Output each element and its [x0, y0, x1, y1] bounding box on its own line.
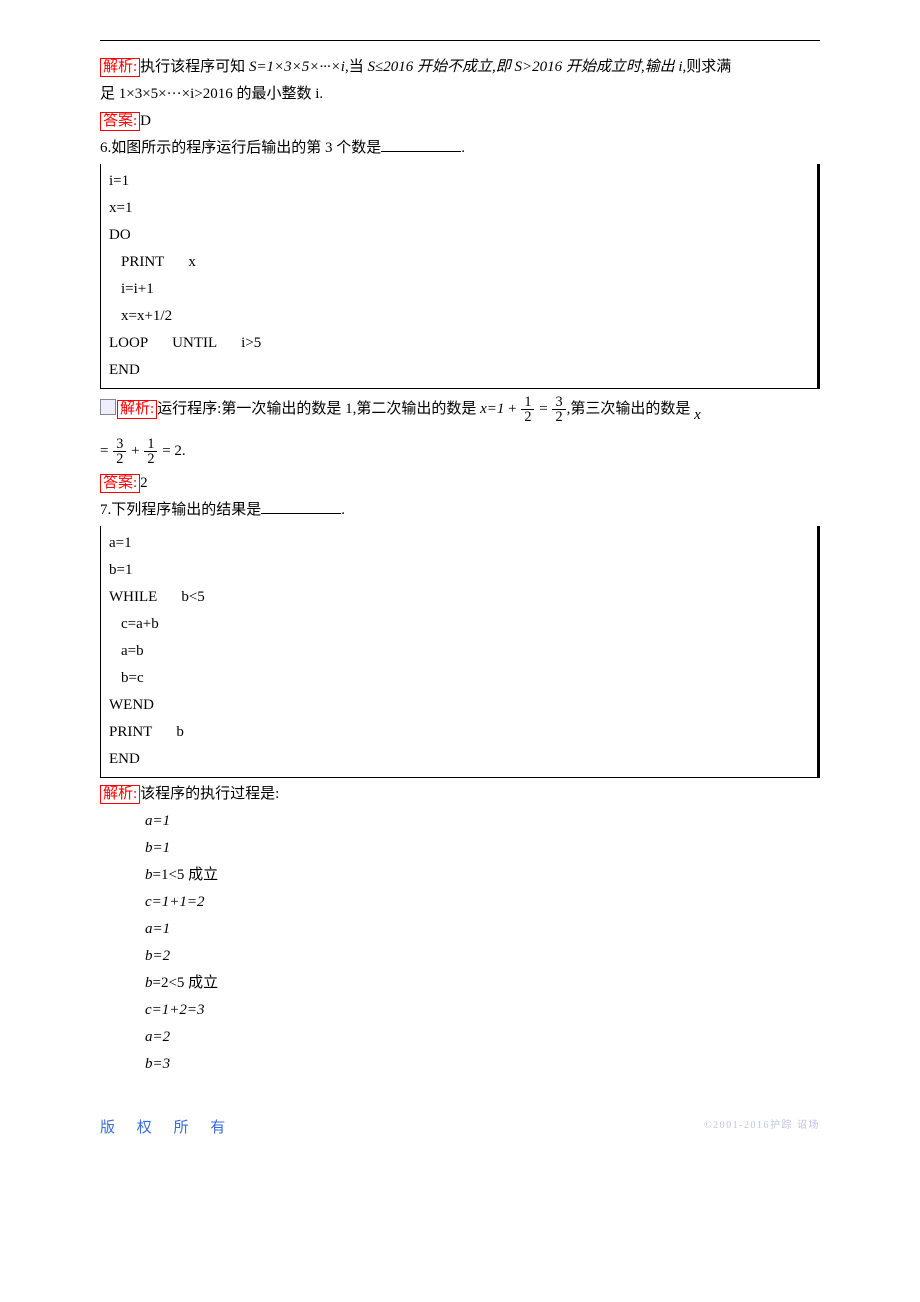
- code-line: x=1: [109, 195, 809, 222]
- analysis-label: 解析:: [117, 400, 157, 419]
- trace-line: a=2: [100, 1025, 820, 1049]
- code-line: c=a+b: [109, 611, 809, 638]
- fraction-half-2: 12: [144, 437, 157, 467]
- code-line: b=1: [109, 557, 809, 584]
- code-line: END: [109, 357, 809, 384]
- answer-label: 答案:: [100, 112, 140, 131]
- trace-line: b=3: [100, 1052, 820, 1076]
- document-page: 解析:执行该程序可知 S=1×3×5×···×i,当 S≤2016 开始不成立,…: [0, 0, 920, 1206]
- code-line: END: [109, 746, 809, 773]
- q6-analysis-line2: = 32 + 12 = 2.: [100, 435, 820, 468]
- page-footer: 版 权 所 有 ©2001-2016护踪 诏场: [100, 1116, 820, 1146]
- code-line: PRINTb: [109, 719, 809, 746]
- analysis-label: 解析:: [100, 58, 140, 77]
- code-line: x=x+1/2: [109, 303, 809, 330]
- top-rule: [100, 40, 820, 41]
- fraction-threehalf-2: 32: [113, 437, 126, 467]
- trace-line: b=1<5 成立: [100, 863, 820, 887]
- q7-code-box: a=1 b=1 WHILEb<5 c=a+b a=b b=c WEND PRIN…: [100, 526, 820, 778]
- analysis-label: 解析:: [100, 785, 140, 804]
- blank-fill: [261, 498, 341, 514]
- var-x: x=1: [480, 401, 504, 417]
- footer-left: 版 权 所 有: [100, 1116, 234, 1137]
- trace-line: a=1: [100, 809, 820, 833]
- trace-line: c=1+1=2: [100, 890, 820, 914]
- fraction-half: 12: [521, 395, 534, 425]
- code-line: b=c: [109, 665, 809, 692]
- marker-icon: [100, 399, 116, 415]
- q6-stem: 6.如图所示的程序运行后输出的第 3 个数是.: [100, 136, 820, 160]
- trace-line: b=1: [100, 836, 820, 860]
- code-line: WHILEb<5: [109, 584, 809, 611]
- code-line: i=i+1: [109, 276, 809, 303]
- q6-code-box: i=1 x=1 DO PRINTx i=i+1 x=x+1/2 LOOPUNTI…: [100, 164, 820, 389]
- answer-label: 答案:: [100, 474, 140, 493]
- q7-stem: 7.下列程序输出的结果是.: [100, 498, 820, 522]
- code-line: LOOPUNTILi>5: [109, 330, 809, 357]
- q5-answer: 答案:D: [100, 109, 820, 133]
- blank-fill: [381, 136, 461, 152]
- fraction-threehalf: 32: [552, 395, 565, 425]
- code-line: PRINTx: [109, 249, 809, 276]
- code-line: i=1: [109, 168, 809, 195]
- code-line: a=b: [109, 638, 809, 665]
- trace-line: b=2<5 成立: [100, 971, 820, 995]
- q5-analysis-line1: 解析:执行该程序可知 S=1×3×5×···×i,当 S≤2016 开始不成立,…: [100, 55, 820, 79]
- footer-right: ©2001-2016护踪 诏场: [704, 1116, 820, 1131]
- trace-line: a=1: [100, 917, 820, 941]
- trace-line: c=1+2=3: [100, 998, 820, 1022]
- q5-expr2: S≤2016 开始不成立,即 S>2016 开始成立时,输出 i,: [367, 59, 686, 75]
- q6-answer: 答案:2: [100, 471, 820, 495]
- code-line: WEND: [109, 692, 809, 719]
- q5-expr1: S=1×3×5×···×i,: [249, 59, 349, 75]
- q6-analysis-line1: 解析:运行程序:第一次输出的数是 1,第二次输出的数是 x=1 + 12 = 3…: [100, 393, 820, 432]
- var-x-sub: x: [694, 407, 701, 423]
- q7-analysis-head: 解析:该程序的执行过程是:: [100, 782, 820, 806]
- q5-analysis-line2: 足 1×3×5×···×i>2016 的最小整数 i.: [100, 82, 820, 106]
- code-line: DO: [109, 222, 809, 249]
- code-line: a=1: [109, 530, 809, 557]
- trace-line: b=2: [100, 944, 820, 968]
